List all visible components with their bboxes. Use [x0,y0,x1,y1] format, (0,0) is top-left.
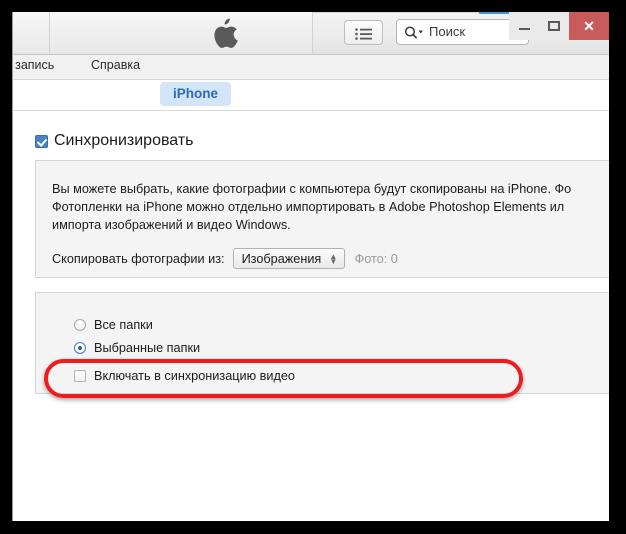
description-text: Вы можете выбрать, какие фотографии с ко… [52,180,609,234]
maximize-button[interactable] [539,12,569,40]
photo-count-label: Фото: 0 [354,251,398,266]
copy-photos-from-label: Скопировать фотографии из: [52,251,225,266]
apple-logo-icon [212,18,242,50]
itunes-window: Поиск ✕ ная запись Справка iPhone [12,12,609,521]
checkbox-include-video-label: Включать в синхронизацию видео [94,369,295,383]
folder-options-panel: Все папки Выбранные папки Включать в син… [35,292,609,394]
titlebar-toolbar-right: Поиск ✕ [313,12,609,53]
search-icon [404,25,426,46]
list-view-button[interactable] [344,20,383,45]
sync-checkbox-row[interactable]: Синхронизировать [35,132,194,150]
list-view-icon [355,27,373,45]
titlebar-center-panel [50,12,313,53]
close-icon: ✕ [583,17,595,34]
window-titlebar: Поиск ✕ [13,12,609,55]
window-controls: ✕ [509,12,609,40]
chevron-updown-icon: ▲ ▼ [329,251,338,266]
radio-selected-folders-label: Выбранные папки [94,341,201,355]
main-content: Синхронизировать Вы можете выбрать, каки… [13,111,609,521]
sync-checkbox[interactable] [35,134,48,148]
copy-source-select[interactable]: Изображения ▲ ▼ [232,248,345,269]
copy-source-selected-value: Изображения [241,251,322,266]
checkbox-include-video-row[interactable]: Включать в синхронизацию видео [74,369,295,383]
screen-root: Поиск ✕ ная запись Справка iPhone [0,0,626,534]
radio-selected-folders[interactable] [74,342,86,354]
radio-all-folders-row[interactable]: Все папки [74,318,153,332]
minimize-button[interactable] [509,12,539,40]
menu-item-account[interactable]: ная запись [13,58,54,72]
description-panel: Вы можете выбрать, какие фотографии с ко… [35,160,609,278]
menu-item-help[interactable]: Справка [91,58,140,72]
radio-selected-folders-row[interactable]: Выбранные папки [74,341,200,355]
titlebar-left-panel [13,12,50,53]
copy-photos-from-row: Скопировать фотографии из: Изображения ▲… [52,248,398,269]
sync-checkbox-label: Синхронизировать [54,132,194,149]
radio-all-folders-label: Все папки [94,318,153,332]
close-button[interactable]: ✕ [569,12,609,40]
description-line-1: Вы можете выбрать, какие фотографии с ко… [52,182,572,196]
description-line-2: Фотопленки на iPhone можно отдельно импо… [52,200,565,214]
search-placeholder-text: Поиск [429,24,466,39]
checkbox-include-video[interactable] [74,370,86,382]
tab-strip: iPhone [13,80,609,111]
radio-all-folders[interactable] [74,319,86,331]
tab-iphone[interactable]: iPhone [160,82,232,106]
description-line-3: импорта изображений и видео Windows. [52,218,291,232]
menubar: ная запись Справка [13,55,609,80]
tab-iphone-label: iPhone [173,86,219,101]
